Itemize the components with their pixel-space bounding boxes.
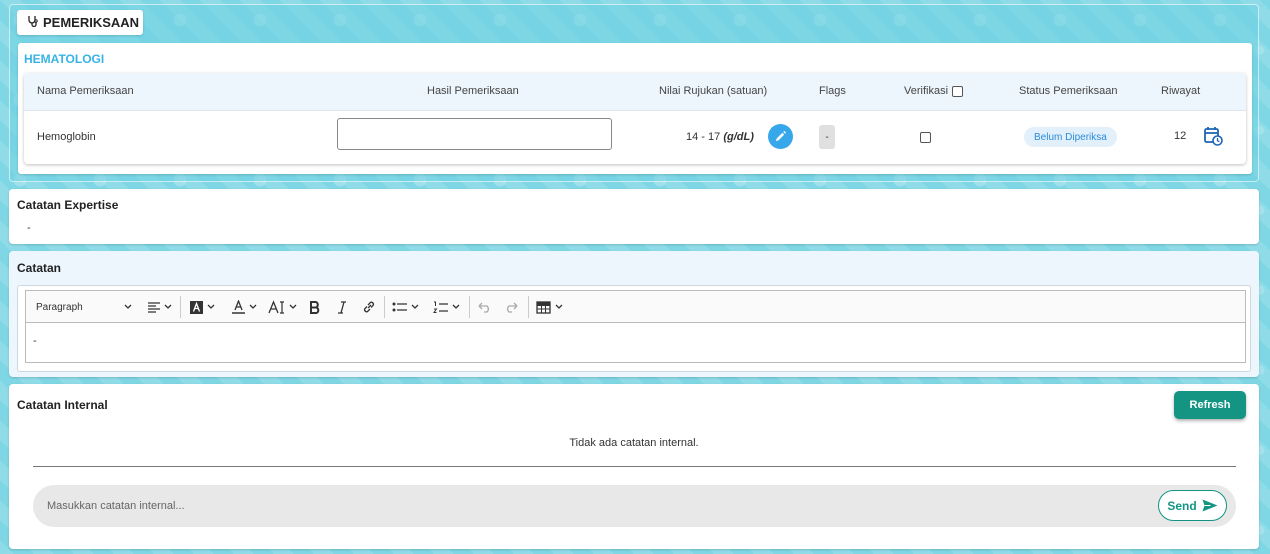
redo-icon <box>507 302 518 313</box>
table-row: Hemoglobin 14 - 17 (g/dL) - Belum Diperi… <box>24 111 1246 164</box>
italic-button[interactable] <box>337 291 347 323</box>
chevron-down-icon <box>289 304 297 309</box>
table-icon <box>536 300 551 314</box>
nilai-rujukan: 14 - 17 (g/dL) <box>686 131 754 143</box>
pencil-icon <box>775 130 787 142</box>
col-nilai-rujukan: Nilai Rujukan (satuan) <box>659 85 768 97</box>
redo-button[interactable] <box>504 291 518 323</box>
status-badge: Belum Diperiksa <box>1024 127 1117 147</box>
bullet-list-button[interactable] <box>392 291 419 323</box>
numbered-list-icon <box>433 301 448 313</box>
catatan-expertise-value: - <box>27 222 31 234</box>
editor-content[interactable]: - <box>33 335 37 347</box>
nilai-range: 14 - 17 <box>686 131 721 143</box>
align-left-icon <box>148 302 160 313</box>
link-icon <box>363 301 375 313</box>
chevron-down-icon <box>207 304 215 309</box>
toolbar-divider <box>469 296 470 318</box>
col-verifikasi-label: Verifikasi <box>904 85 949 97</box>
toolbar-divider <box>180 296 181 318</box>
chevron-down-icon <box>452 304 460 309</box>
pemeriksaan-tab-label: PEMERIKSAAN <box>43 15 140 30</box>
riwayat-count: 12 <box>1174 130 1187 142</box>
send-icon <box>1202 499 1218 512</box>
pemeriksaan-tab[interactable]: PEMERIKSAAN <box>17 10 143 35</box>
align-button[interactable] <box>147 291 172 323</box>
undo-icon <box>478 302 489 313</box>
catatan-internal-panel: Catatan Internal Refresh Tidak ada catat… <box>9 384 1259 549</box>
bold-icon <box>310 300 320 314</box>
internal-note-input-wrap: Send <box>33 485 1236 527</box>
hematologi-title: HEMATOLOGI <box>24 52 105 66</box>
catatan-internal-title: Catatan Internal <box>17 398 108 412</box>
divider <box>33 466 1236 467</box>
col-riwayat: Riwayat <box>1161 85 1201 97</box>
editor-toolbar: Paragraph <box>26 291 1245 323</box>
col-nama-pemeriksaan: Nama Pemeriksaan <box>37 85 134 97</box>
highlight-color-icon <box>190 300 203 314</box>
catatan-panel: Catatan Paragraph - <box>9 251 1259 377</box>
chevron-down-icon <box>411 304 419 309</box>
chevron-down-icon <box>555 304 563 309</box>
edit-nilai-button[interactable] <box>768 124 793 149</box>
table-button[interactable] <box>536 291 563 323</box>
highlight-button[interactable] <box>190 291 215 323</box>
chevron-down-icon <box>124 304 132 309</box>
numbered-list-button[interactable] <box>433 291 460 323</box>
bullet-list-icon <box>392 302 407 312</box>
verifikasi-checkbox[interactable] <box>920 132 931 143</box>
send-button[interactable]: Send <box>1158 490 1227 521</box>
italic-icon <box>338 300 346 314</box>
nilai-unit: (g/dL) <box>723 131 754 143</box>
font-color-icon <box>232 300 245 314</box>
paragraph-dropdown[interactable]: Paragraph <box>36 291 136 323</box>
toolbar-divider <box>384 296 385 318</box>
editor-frame: Paragraph - <box>25 290 1246 363</box>
undo-button[interactable] <box>478 291 492 323</box>
font-color-button[interactable] <box>232 291 257 323</box>
rich-text-editor: Paragraph - <box>17 285 1251 372</box>
col-hasil-pemeriksaan: Hasil Pemeriksaan <box>427 85 519 97</box>
hematologi-card: HEMATOLOGI Nama Pemeriksaan Hasil Pemeri… <box>18 43 1252 174</box>
hasil-pemeriksaan-input[interactable] <box>337 118 612 150</box>
paragraph-label: Paragraph <box>36 301 83 313</box>
chevron-down-icon <box>249 304 257 309</box>
empty-state-message: Tidak ada catatan internal. <box>569 437 699 449</box>
catatan-title: Catatan <box>17 261 62 275</box>
col-flags: Flags <box>819 85 846 97</box>
font-size-button[interactable] <box>268 291 297 323</box>
col-status-pemeriksaan: Status Pemeriksaan <box>1019 85 1118 97</box>
bold-button[interactable] <box>309 291 321 323</box>
font-size-icon <box>268 300 284 314</box>
catatan-expertise-panel: Catatan Expertise - <box>9 189 1259 244</box>
link-button[interactable] <box>362 291 376 323</box>
chevron-down-icon <box>164 304 172 309</box>
internal-note-input[interactable] <box>47 495 1047 517</box>
col-verifikasi: Verifikasi <box>904 85 964 97</box>
stethoscope-icon <box>27 15 39 30</box>
catatan-expertise-title: Catatan Expertise <box>17 198 119 212</box>
flag-chip: - <box>819 125 835 149</box>
table-header: Nama Pemeriksaan Hasil Pemeriksaan Nilai… <box>24 73 1246 111</box>
refresh-button[interactable]: Refresh <box>1174 391 1246 419</box>
verifikasi-all-checkbox[interactable] <box>952 85 964 97</box>
send-label: Send <box>1167 498 1197 513</box>
nama-pemeriksaan: Hemoglobin <box>37 131 96 143</box>
calendar-history-icon[interactable] <box>1202 125 1224 147</box>
hematologi-table: Nama Pemeriksaan Hasil Pemeriksaan Nilai… <box>24 73 1246 164</box>
toolbar-divider <box>528 296 529 318</box>
